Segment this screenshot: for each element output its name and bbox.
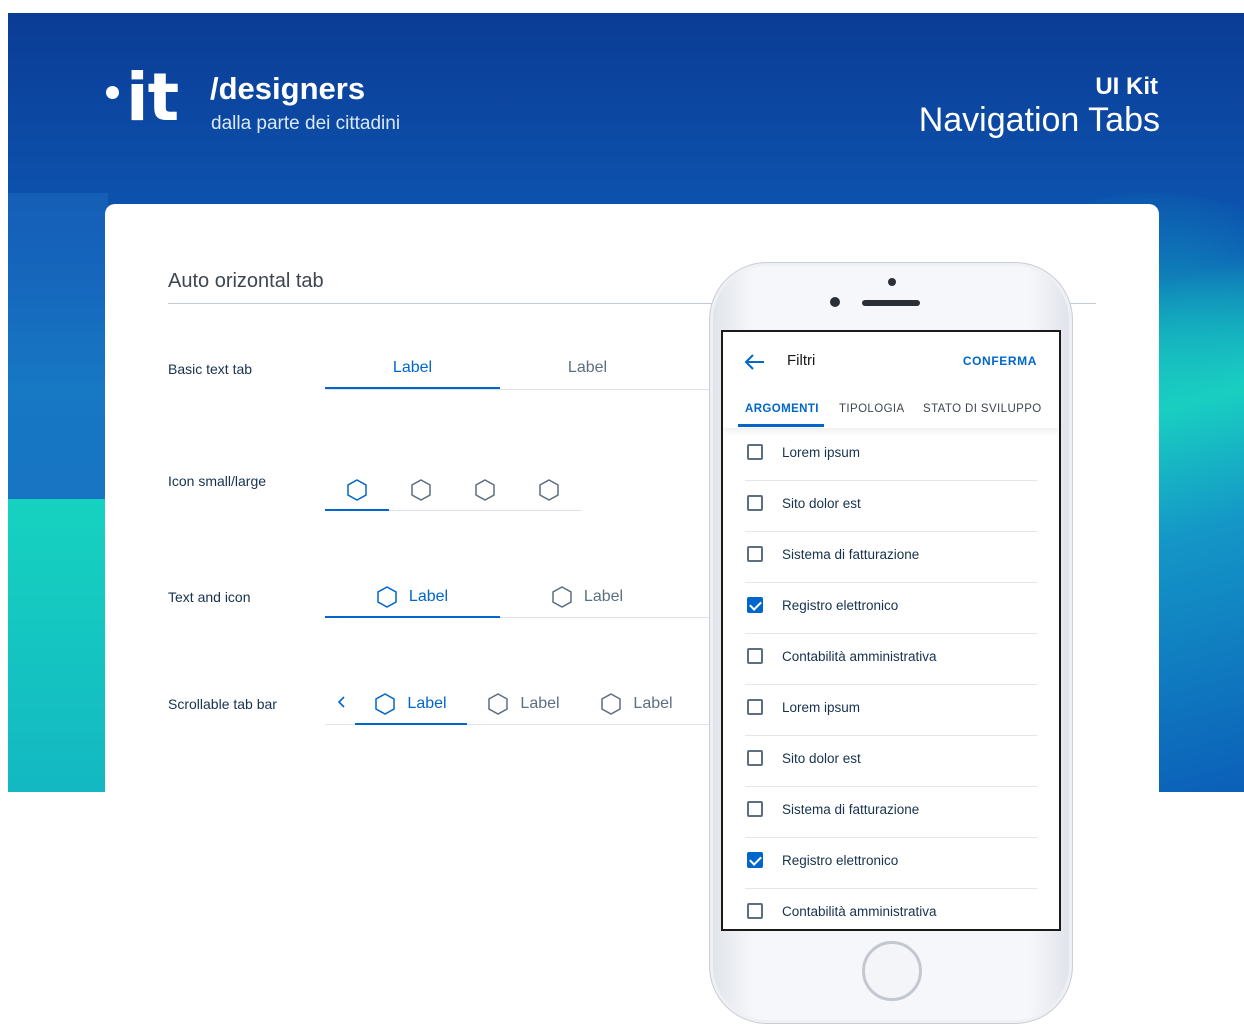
decorative-shape: [1158, 163, 1244, 792]
list-item[interactable]: Lorem ipsum: [745, 685, 1037, 736]
kit-label: UI Kit: [1095, 73, 1158, 100]
row-label-scroll: Scrollable tab bar: [168, 696, 277, 712]
tab-label: Label: [392, 359, 433, 376]
list-item[interactable]: Sito dolor est: [745, 481, 1037, 532]
checkbox-checked[interactable]: [747, 597, 763, 613]
brand-logo: it: [126, 59, 179, 136]
tab-stato-di-sviluppo[interactable]: STATO DI SVILUPPO: [923, 403, 1042, 415]
tab-basic-2[interactable]: Label: [500, 348, 675, 388]
hexagon-icon: [539, 479, 559, 501]
brand-subtitle: dalla parte dei cittadini: [211, 113, 401, 134]
tab-baseline: [325, 389, 710, 390]
phone-sensor: [888, 278, 896, 286]
filter-tab-bar: ARGOMENTI TIPOLOGIA STATO DI SVILUPPO: [723, 394, 1059, 428]
tab-label: Label: [583, 588, 624, 605]
hexagon-icon: [601, 693, 622, 715]
hexagon-icon: [347, 479, 367, 501]
tab-label: Label: [408, 588, 449, 605]
tab-label: Label: [567, 359, 608, 376]
tab-scroll-1[interactable]: Label: [355, 684, 467, 724]
list-item[interactable]: Contabilità amministrativa: [745, 634, 1037, 685]
list-item-label: Sistema di fatturazione: [782, 547, 920, 562]
checkbox[interactable]: [747, 699, 763, 715]
tab-active-indicator: [355, 723, 467, 725]
arrow-left-icon[interactable]: [743, 350, 767, 374]
checkbox[interactable]: [747, 546, 763, 562]
hexagon-icon: [488, 693, 509, 715]
tab-active-indicator: [325, 387, 500, 389]
chevron-left-icon: [336, 695, 346, 714]
list-item-label: Registro elettronico: [782, 853, 899, 868]
checkbox[interactable]: [747, 903, 763, 919]
list-item-label: Contabilità amministrativa: [782, 649, 937, 664]
row-label-text-icon: Text and icon: [168, 589, 251, 605]
phone-camera: [830, 297, 840, 307]
tab-label: Label: [407, 695, 447, 712]
brand-dot: [106, 86, 119, 99]
list-item[interactable]: Registro elettronico: [745, 838, 1037, 889]
phone-screen: Filtri CONFERMA ARGOMENTI TIPOLOGIA STAT…: [721, 330, 1061, 931]
tab-tipologia[interactable]: TIPOLOGIA: [839, 403, 905, 415]
list-item-label: Sistema di fatturazione: [782, 802, 920, 817]
screen-title: Filtri: [787, 352, 816, 369]
checkbox[interactable]: [747, 750, 763, 766]
tab-active-indicator: [325, 616, 500, 618]
list-item[interactable]: Lorem ipsum: [745, 430, 1037, 481]
hexagon-icon: [552, 586, 572, 608]
checkbox[interactable]: [747, 648, 763, 664]
list-item-label: Contabilità amministrativa: [782, 904, 937, 919]
tab-icon-1[interactable]: [325, 470, 389, 510]
confirm-button[interactable]: CONFERMA: [963, 354, 1037, 368]
list-item-label: Lorem ipsum: [782, 700, 861, 715]
tab-text-icon-1[interactable]: Label: [325, 577, 500, 617]
list-item[interactable]: Contabilità amministrativa: [745, 889, 1037, 929]
tab-icon-3[interactable]: [453, 470, 517, 510]
hexagon-icon: [375, 693, 396, 715]
kit-title: Navigation Tabs: [918, 101, 1160, 139]
list-item-label: Sito dolor est: [782, 496, 861, 511]
brand-title: /designers: [210, 71, 366, 106]
section-title: Auto orizontal tab: [168, 270, 324, 292]
row-label-basic: Basic text tab: [168, 361, 253, 377]
list-item[interactable]: Sito dolor est: [745, 736, 1037, 787]
filter-list: Lorem ipsum Sito dolor est Sistema di fa…: [745, 430, 1037, 929]
phone-speaker: [862, 300, 920, 306]
scroll-prev-button[interactable]: [328, 684, 354, 724]
tab-icon-2[interactable]: [389, 470, 453, 510]
checkbox[interactable]: [747, 444, 763, 460]
tab-active-indicator: [325, 509, 389, 511]
tab-label: Label: [633, 695, 673, 712]
list-item-label: Sito dolor est: [782, 751, 861, 766]
tab-active-indicator: [738, 424, 824, 427]
decorative-shape: [8, 499, 108, 792]
hexagon-icon: [377, 586, 397, 608]
checkbox[interactable]: [747, 801, 763, 817]
list-item[interactable]: Sistema di fatturazione: [745, 532, 1037, 583]
list-item[interactable]: Registro elettronico: [745, 583, 1037, 634]
list-item[interactable]: Sistema di fatturazione: [745, 787, 1037, 838]
hexagon-icon: [475, 479, 495, 501]
hexagon-icon: [411, 479, 431, 501]
tab-label: Label: [520, 695, 560, 712]
decorative-shape: [8, 193, 108, 503]
list-item-label: Lorem ipsum: [782, 445, 861, 460]
tab-icon-4[interactable]: [517, 470, 581, 510]
tab-text-icon-2[interactable]: Label: [500, 577, 675, 617]
tab-scroll-3[interactable]: Label: [581, 684, 693, 724]
tab-basic-1[interactable]: Label: [325, 348, 500, 388]
row-label-icon: Icon small/large: [168, 473, 267, 489]
tab-argomenti[interactable]: ARGOMENTI: [745, 403, 819, 415]
checkbox[interactable]: [747, 495, 763, 511]
phone-home-button: [862, 941, 922, 1001]
checkbox-checked[interactable]: [747, 852, 763, 868]
list-item-label: Registro elettronico: [782, 598, 899, 613]
tab-scroll-2[interactable]: Label: [468, 684, 580, 724]
